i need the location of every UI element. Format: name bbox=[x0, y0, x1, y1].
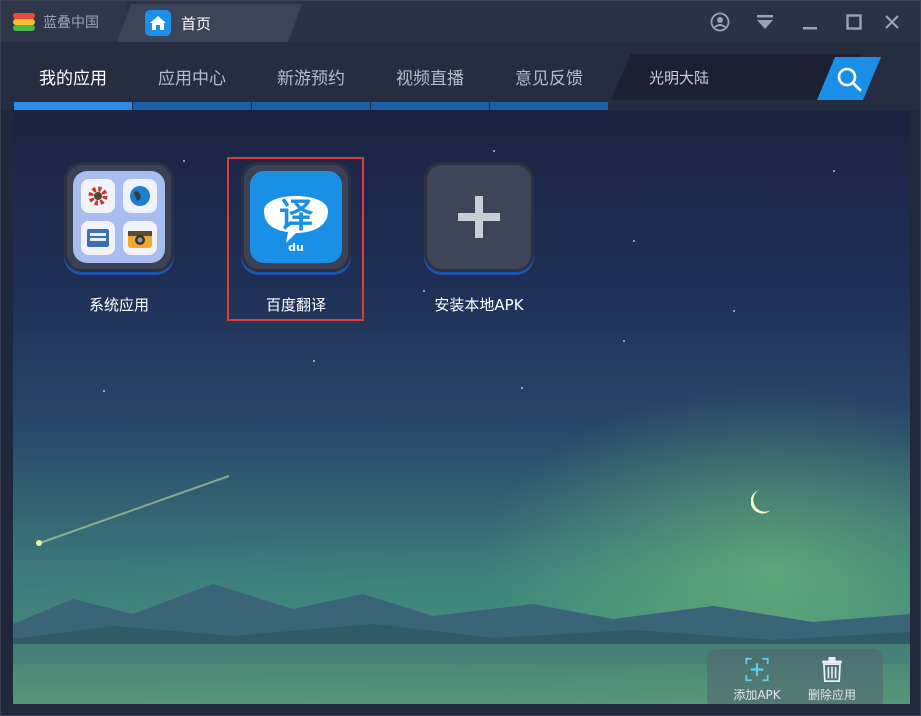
bluestacks-logo-icon bbox=[13, 12, 35, 31]
add-apk-icon bbox=[745, 657, 769, 682]
minimize-button[interactable] bbox=[797, 9, 823, 35]
comet-decoration bbox=[36, 475, 230, 546]
star-decoration bbox=[623, 340, 625, 342]
settings-gear-icon bbox=[81, 179, 115, 213]
maximize-icon bbox=[846, 14, 862, 30]
add-apk-button[interactable]: 添加APK bbox=[722, 657, 792, 703]
tab-feedback[interactable]: 意见反馈 bbox=[490, 42, 608, 110]
star-decoration bbox=[521, 387, 523, 389]
brand-tab[interactable]: 蓝叠中国 bbox=[1, 1, 126, 42]
search-box bbox=[611, 54, 881, 100]
star-decoration bbox=[313, 360, 315, 362]
home-icon bbox=[145, 10, 171, 36]
close-button[interactable] bbox=[879, 9, 905, 35]
emulator-window: 蓝叠中国 首页 我的应用 应用中心 新游预约 视频直播 意见反馈 光明大陆 系统… bbox=[0, 0, 921, 716]
app-label: 系统应用 bbox=[88, 296, 149, 314]
system-apps-folder-icon bbox=[73, 171, 165, 263]
star-decoration bbox=[833, 170, 835, 172]
selection-highlight bbox=[227, 157, 364, 321]
maximize-button[interactable] bbox=[841, 9, 867, 35]
tab-indicator bbox=[133, 102, 251, 110]
app-install-local-apk[interactable]: 安装本地APK bbox=[409, 162, 549, 322]
app-tile bbox=[424, 162, 534, 272]
title-bar: 蓝叠中国 首页 bbox=[1, 1, 920, 42]
tab-new-games[interactable]: 新游预约 bbox=[252, 42, 370, 110]
app-system-apps[interactable]: 系统应用 bbox=[49, 162, 189, 322]
star-decoration bbox=[633, 240, 635, 242]
tab-home[interactable]: 首页 bbox=[117, 4, 302, 42]
app-desktop: 系统应用 译 du 百度翻译 安装本地APK 添加APK 删除应用 bbox=[13, 110, 910, 704]
tab-video-live[interactable]: 视频直播 bbox=[371, 42, 489, 110]
star-decoration bbox=[733, 310, 735, 312]
app-tile bbox=[64, 162, 174, 272]
user-icon bbox=[710, 12, 730, 32]
dropdown-menu-icon bbox=[757, 15, 773, 29]
tab-indicator bbox=[490, 102, 608, 110]
browser-globe-icon bbox=[123, 179, 157, 213]
tab-label: 意见反馈 bbox=[515, 68, 583, 89]
bottom-action-panel: 添加APK 删除应用 bbox=[707, 649, 883, 704]
tab-label: 我的应用 bbox=[39, 68, 107, 89]
file-manager-icon bbox=[81, 221, 115, 255]
menu-button[interactable] bbox=[752, 9, 778, 35]
tab-app-center[interactable]: 应用中心 bbox=[133, 42, 251, 110]
nav-bar: 我的应用 应用中心 新游预约 视频直播 意见反馈 bbox=[1, 42, 920, 110]
account-button[interactable] bbox=[707, 9, 733, 35]
tab-indicator bbox=[252, 102, 370, 110]
minimize-icon bbox=[803, 27, 817, 30]
delete-app-label: 删除应用 bbox=[807, 688, 856, 702]
home-tab-label: 首页 bbox=[181, 14, 212, 33]
trash-icon bbox=[822, 657, 842, 682]
tab-label: 新游预约 bbox=[277, 68, 345, 89]
camera-icon bbox=[123, 221, 157, 255]
tab-indicator bbox=[371, 102, 489, 110]
tab-label: 应用中心 bbox=[158, 68, 226, 89]
plus-icon bbox=[458, 196, 500, 238]
search-icon bbox=[836, 66, 862, 92]
add-apk-label: 添加APK bbox=[733, 688, 781, 702]
tab-indicator bbox=[14, 102, 132, 110]
crescent-moon-decoration bbox=[751, 490, 771, 514]
app-label: 安装本地APK bbox=[434, 296, 524, 314]
close-icon bbox=[885, 15, 899, 29]
star-decoration bbox=[493, 150, 495, 152]
star-decoration bbox=[103, 390, 105, 392]
brand-label: 蓝叠中国 bbox=[43, 14, 99, 31]
delete-app-button[interactable]: 删除应用 bbox=[797, 657, 867, 703]
tab-label: 视频直播 bbox=[396, 68, 464, 89]
tab-my-apps[interactable]: 我的应用 bbox=[14, 42, 132, 110]
